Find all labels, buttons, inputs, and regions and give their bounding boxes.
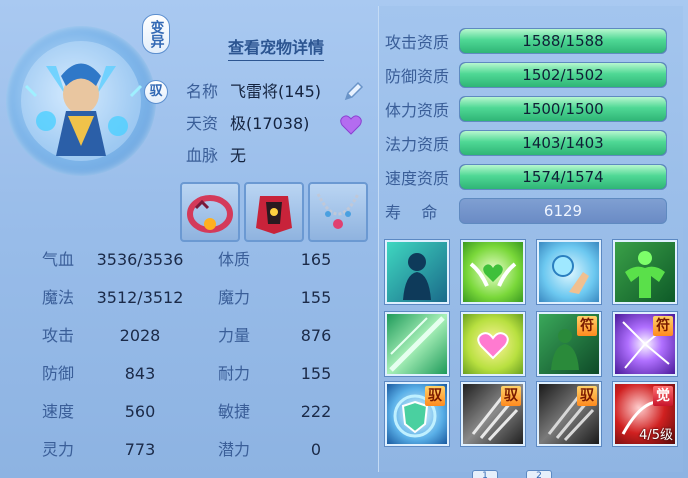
rename-pencil-icon[interactable]: [342, 81, 364, 103]
bloodline-label: 血脉: [186, 146, 219, 165]
def-value: 843: [124, 364, 156, 383]
skill-claw-strike-icon[interactable]: 驭: [461, 382, 525, 446]
aptitude-label: 防御资质: [385, 67, 450, 86]
aptitude-label: 攻击资质: [385, 33, 450, 52]
aptitude-value: 1574/1574: [522, 168, 604, 186]
aptitude-bar: 1403/1403: [459, 130, 667, 156]
page-button-1[interactable]: 1: [472, 470, 498, 478]
aptitude-row: 速度资质 1574/1574: [385, 164, 667, 190]
str-label: 力量: [218, 326, 251, 345]
skill-claw-strike-2-icon[interactable]: 驭: [537, 382, 601, 446]
aptitude-skill-section: 攻击资质 1588/1588 防御资质 1502/1502 体力资质 1500/…: [378, 6, 683, 472]
skill-tag: 觉: [653, 386, 673, 406]
def-label: 防御: [42, 364, 75, 383]
pet-attribute-panel: 变异 驭 查看宠物详情 名称 飞雷将(145) 天资 极(17038) 血脉 无: [0, 0, 688, 478]
pet-bloodline-row: 血脉 无: [186, 142, 246, 166]
aptitude-label: 法力资质: [385, 135, 450, 154]
skill-tag: 符: [577, 316, 597, 336]
skill-tag: 驭: [425, 386, 445, 406]
pet-talent-row: 天资 极(17038): [186, 110, 309, 134]
skill-green-muscle-icon[interactable]: [613, 240, 677, 304]
collar-equip-icon[interactable]: [180, 182, 240, 242]
aptitude-bar: 1588/1588: [459, 28, 667, 54]
hp-label: 气血: [42, 250, 75, 269]
name-value: 飞雷将(145): [230, 82, 322, 101]
skill-tag: 驭: [501, 386, 521, 406]
skill-level: 4/5级: [639, 428, 673, 443]
ride-badge: 驭: [144, 80, 168, 104]
spd-value: 560: [124, 402, 156, 421]
mp-label: 魔法: [42, 288, 75, 307]
purple-heart-icon[interactable]: [339, 114, 363, 136]
aptitude-value: 1500/1500: [522, 100, 604, 118]
end-label: 耐力: [218, 364, 251, 383]
skill-tag: 符: [653, 316, 673, 336]
aptitude-bar: 1500/1500: [459, 96, 667, 122]
lifespan-label: 寿 命: [385, 203, 438, 222]
pot-value: 0: [310, 440, 322, 459]
spd-label: 速度: [42, 402, 75, 421]
mag-label: 魔力: [218, 288, 251, 307]
str-value: 876: [300, 326, 332, 345]
skill-tag: 驭: [577, 386, 597, 406]
skill-shadow-figure-icon[interactable]: [385, 240, 449, 304]
aptitude-label: 速度资质: [385, 169, 450, 188]
agi-label: 敏捷: [218, 402, 251, 421]
aptitude-row: 攻击资质 1588/1588: [385, 28, 667, 54]
atk-label: 攻击: [42, 326, 75, 345]
pet-portrait[interactable]: [6, 26, 156, 176]
skill-hand-orb-icon[interactable]: [537, 240, 601, 304]
skill-winged-heart-icon[interactable]: [461, 240, 525, 304]
aptitude-value: 1588/1588: [522, 32, 604, 50]
talent-value: 极(17038): [230, 114, 310, 133]
view-pet-details-link[interactable]: 查看宠物详情: [228, 34, 325, 61]
lifespan-bar: 6129: [459, 198, 667, 224]
armor-equip-icon[interactable]: [244, 182, 304, 242]
pot-label: 潜力: [218, 440, 251, 459]
con-label: 体质: [218, 250, 251, 269]
lifespan-value: 6129: [543, 202, 583, 220]
aptitude-value: 1502/1502: [522, 66, 604, 84]
aptitude-row: 防御资质 1502/1502: [385, 62, 667, 88]
lifespan-row: 寿 命 6129: [385, 198, 667, 224]
spirit-label: 灵力: [42, 440, 75, 459]
variant-badge: 变异: [142, 14, 170, 54]
aptitude-row: 体力资质 1500/1500: [385, 96, 667, 122]
pet-name-row: 名称 飞雷将(145): [186, 78, 321, 102]
necklace-equip-icon[interactable]: [308, 182, 368, 242]
skill-awaken-icon[interactable]: 觉 4/5级: [613, 382, 677, 446]
skill-pink-heart-icon[interactable]: [461, 312, 525, 376]
agi-value: 222: [300, 402, 332, 421]
aptitude-value: 1403/1403: [522, 134, 604, 152]
spirit-value: 773: [124, 440, 156, 459]
aptitude-row: 法力资质 1403/1403: [385, 130, 667, 156]
skill-rune-figure-icon[interactable]: 符: [537, 312, 601, 376]
skill-green-slash-icon[interactable]: [385, 312, 449, 376]
con-value: 165: [300, 250, 332, 269]
page-button-2[interactable]: 2: [526, 470, 552, 478]
aptitude-bar: 1574/1574: [459, 164, 667, 190]
pet-info-section: 变异 驭 查看宠物详情 名称 飞雷将(145) 天资 极(17038) 血脉 无: [6, 6, 376, 472]
skill-shield-icon[interactable]: 驭: [385, 382, 449, 446]
end-value: 155: [300, 364, 332, 383]
atk-value: 2028: [119, 326, 161, 345]
bloodline-value: 无: [230, 146, 247, 165]
talent-label: 天资: [186, 114, 219, 133]
mp-value: 3512/3512: [96, 288, 184, 307]
aptitude-bar: 1502/1502: [459, 62, 667, 88]
mag-value: 155: [300, 288, 332, 307]
skill-purple-burst-icon[interactable]: 符: [613, 312, 677, 376]
hp-value: 3536/3536: [96, 250, 184, 269]
name-label: 名称: [186, 82, 219, 101]
aptitude-label: 体力资质: [385, 101, 450, 120]
